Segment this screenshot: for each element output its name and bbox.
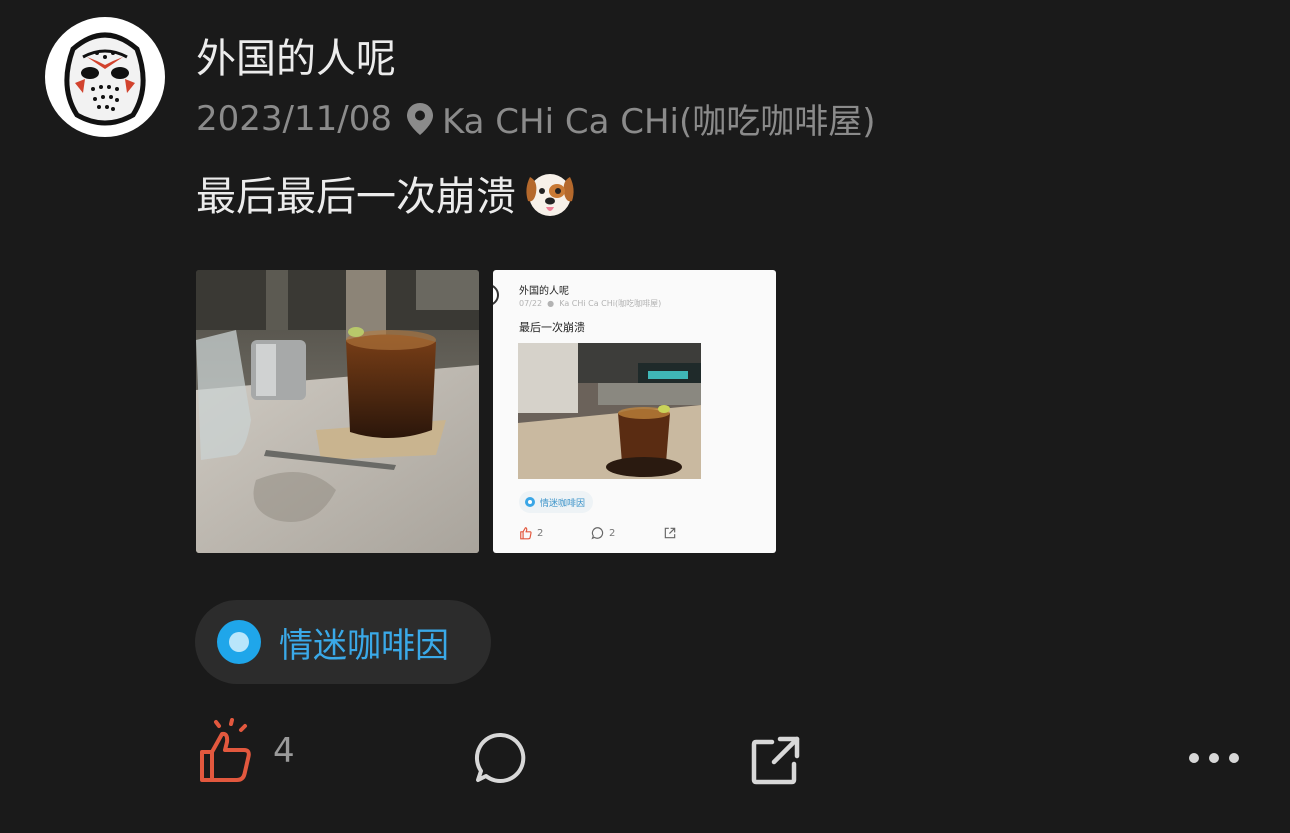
share-icon xyxy=(751,736,800,785)
thumbs-up-icon xyxy=(200,718,251,782)
dog-emoji-icon xyxy=(522,167,578,219)
comment-button[interactable] xyxy=(474,732,528,786)
mini-avatar-icon xyxy=(493,285,499,305)
mini-meta: 07/22 ● Ka CHi Ca CHi(咖吃咖啡屋) xyxy=(519,299,662,308)
topic-tag[interactable]: 情迷咖啡因 xyxy=(195,600,491,684)
mini-comment: 2 xyxy=(591,526,615,540)
location-link[interactable]: Ka CHi Ca CHi(咖吃咖啡屋) xyxy=(442,94,876,143)
mini-pin-icon: ● xyxy=(544,299,557,308)
mini-actions: 2 2 xyxy=(519,526,719,544)
coffee-photo xyxy=(196,270,479,553)
mini-topic-dot-icon xyxy=(525,497,535,507)
username[interactable]: 外国的人呢 xyxy=(196,26,396,84)
mini-username: 外国的人呢 xyxy=(519,286,569,297)
post-text-content: 最后最后一次崩溃 xyxy=(196,174,516,220)
share-button[interactable] xyxy=(750,734,802,786)
location-pin-icon xyxy=(406,102,434,136)
mini-share xyxy=(663,526,677,540)
comment-icon xyxy=(475,732,526,783)
like-button[interactable]: 4 xyxy=(197,718,295,784)
post-meta: 2023/11/08 Ka CHi Ca CHi(咖吃咖啡屋) xyxy=(196,94,876,143)
mini-comment-icon xyxy=(591,527,604,540)
topic-tag-label: 情迷咖啡因 xyxy=(279,625,449,666)
avatar[interactable] xyxy=(45,17,165,137)
like-count: 4 xyxy=(273,731,295,771)
mini-share-icon xyxy=(664,527,676,539)
mini-thumbs-up-icon xyxy=(520,527,532,540)
post-date: 2023/11/08 xyxy=(196,98,392,139)
more-icon xyxy=(1189,753,1239,763)
mini-post-text: 最后一次崩溃 xyxy=(519,321,585,334)
post-text: 最后最后一次崩溃 xyxy=(196,164,578,222)
mini-photo xyxy=(518,343,701,479)
topic-dot-icon xyxy=(217,620,261,664)
post-photo-1[interactable] xyxy=(196,270,479,553)
mini-like: 2 xyxy=(519,526,543,540)
post-photo-2-screenshot[interactable]: 外国的人呢 07/22 ● Ka CHi Ca CHi(咖吃咖啡屋) 最后一次崩… xyxy=(493,270,776,553)
more-button[interactable] xyxy=(1188,750,1244,766)
mini-topic-tag: 情迷咖啡因 xyxy=(519,491,594,513)
mask-avatar-icon xyxy=(64,32,146,126)
